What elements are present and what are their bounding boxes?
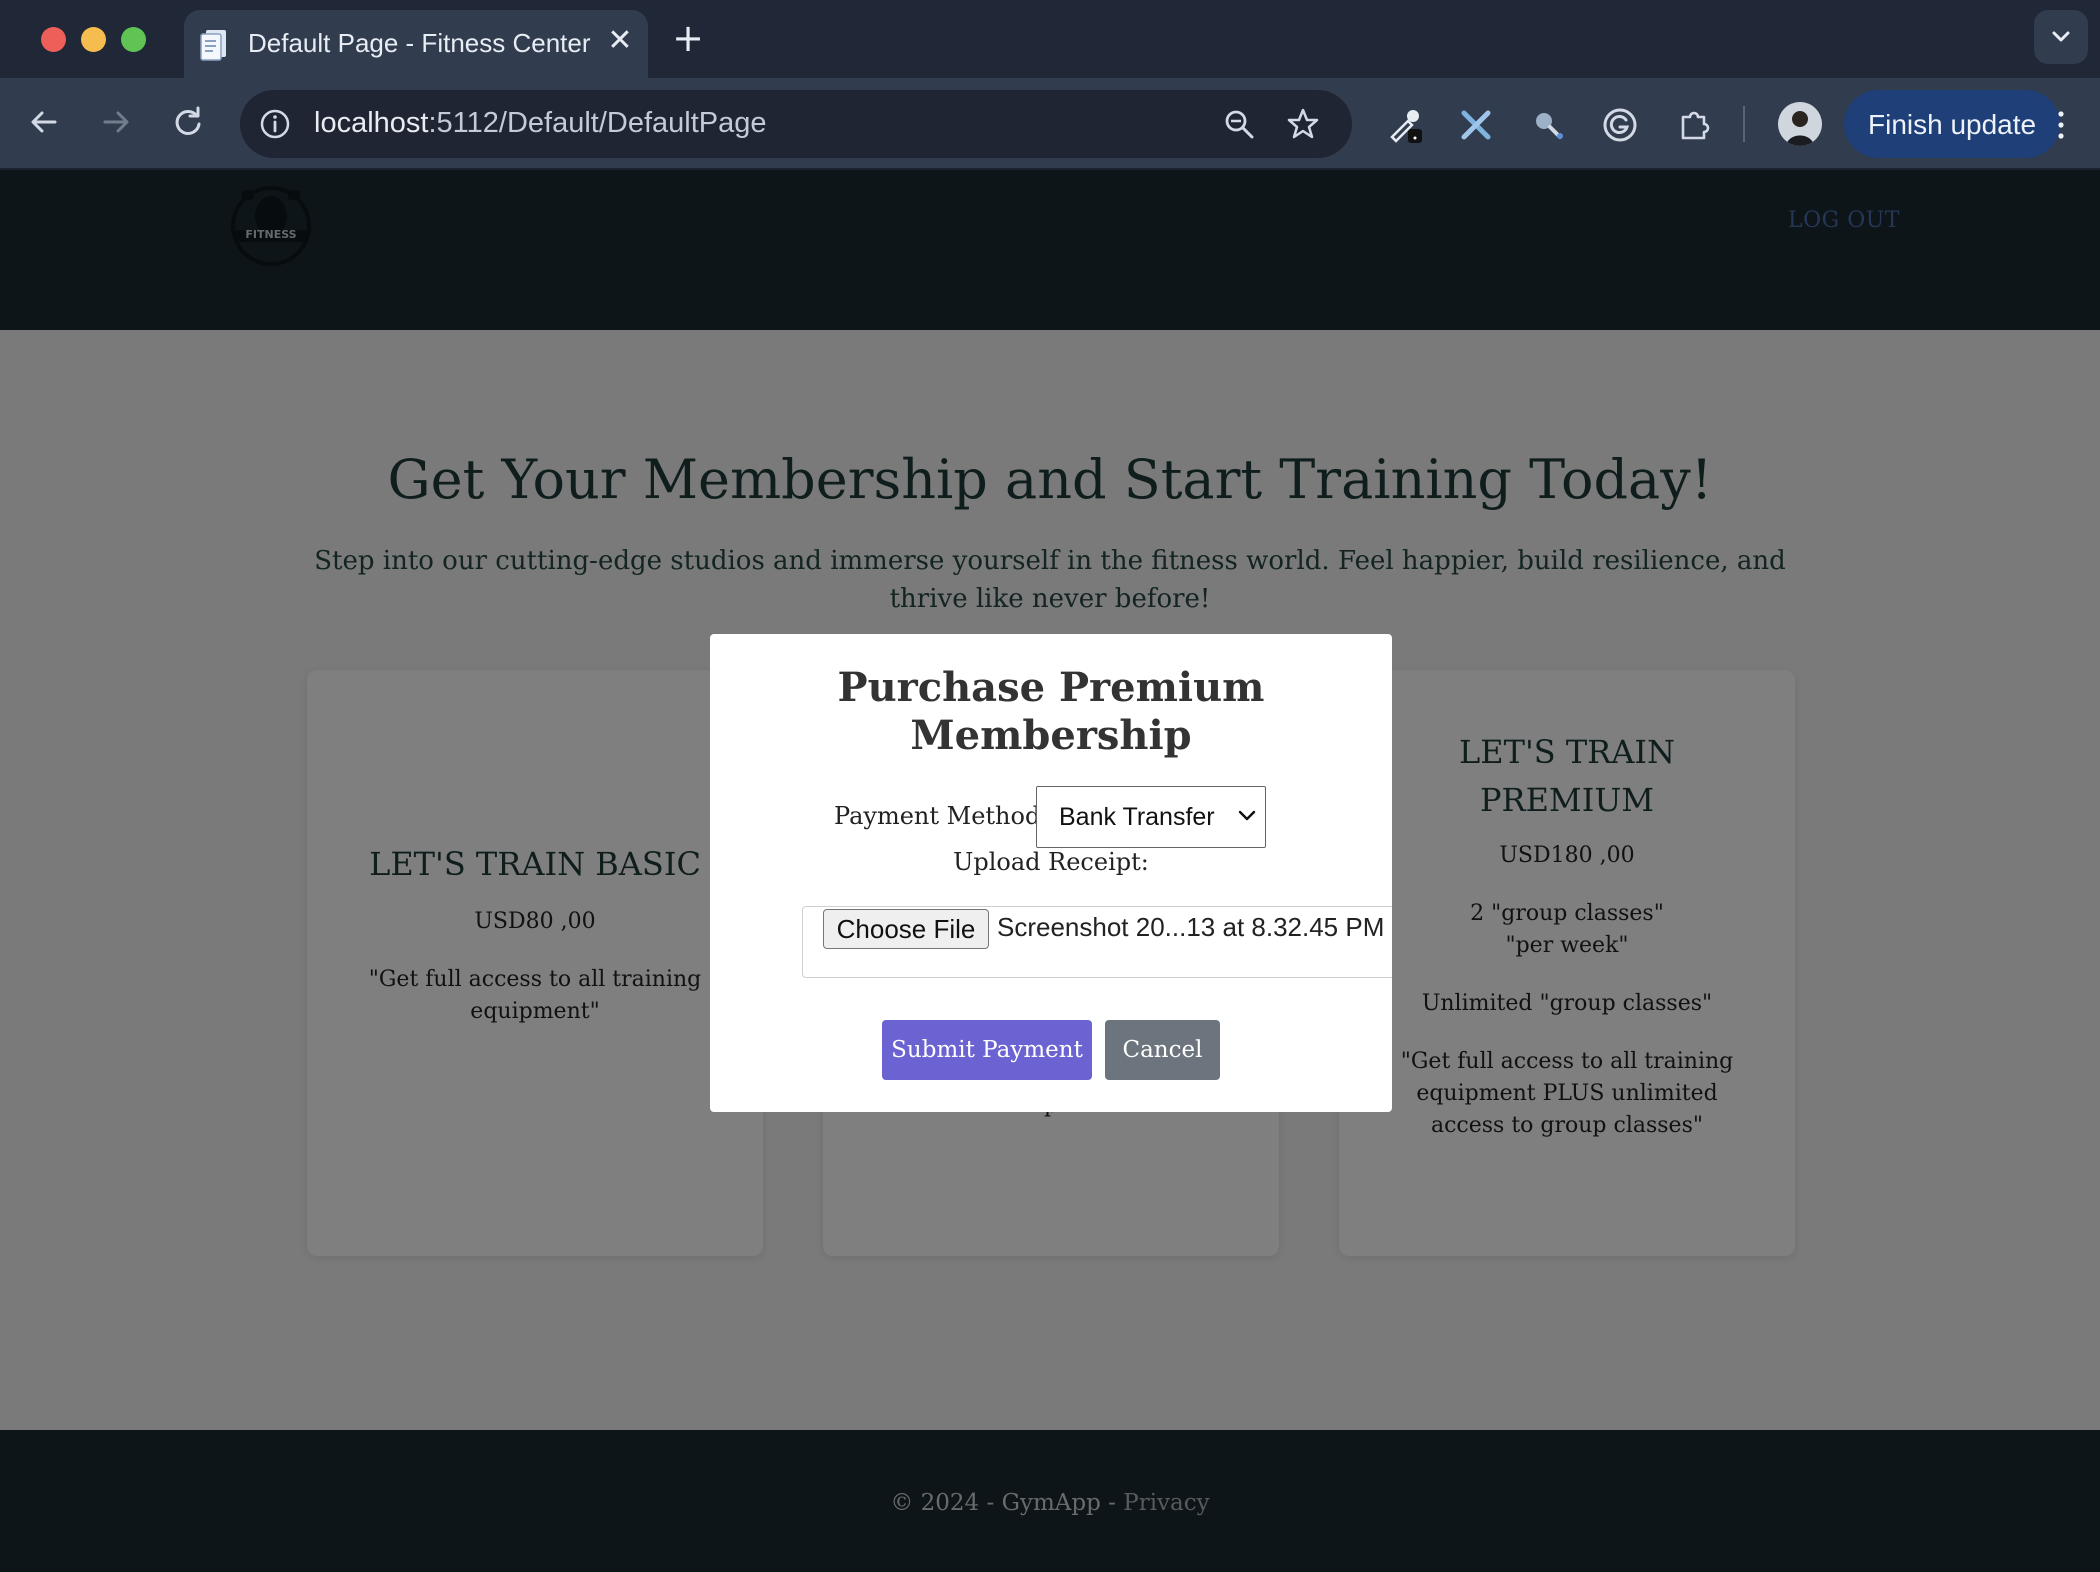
url-host: localhost bbox=[314, 107, 429, 139]
forward-icon[interactable] bbox=[94, 100, 138, 144]
choose-file-button[interactable]: Choose File bbox=[823, 909, 989, 949]
kebab-menu-icon[interactable] bbox=[2058, 110, 2064, 140]
search-extension-icon[interactable] bbox=[1528, 105, 1568, 145]
purchase-modal: Purchase Premium Membership Payment Meth… bbox=[710, 634, 1392, 1112]
close-icon[interactable]: ✕ bbox=[602, 23, 638, 59]
payment-method-label: Payment Method: bbox=[834, 802, 1049, 830]
payment-method-select[interactable]: Bank Transfer bbox=[1036, 786, 1266, 848]
web-page: FITNESS LOG OUT Get Your Membership and … bbox=[0, 170, 2100, 1572]
browser-toolbar: localhost:5112/Default/DefaultPage Finis… bbox=[0, 78, 2100, 170]
minimize-window-button[interactable] bbox=[81, 27, 106, 52]
avatar[interactable] bbox=[1778, 102, 1822, 146]
browser-tab-bar: Default Page - Fitness Center ✕ + bbox=[0, 0, 2100, 78]
reload-icon[interactable] bbox=[166, 100, 210, 144]
tab-title: Default Page - Fitness Center bbox=[248, 28, 591, 58]
close-window-button[interactable] bbox=[41, 27, 66, 52]
maximize-window-button[interactable] bbox=[121, 27, 146, 52]
eyedropper-icon[interactable] bbox=[1384, 105, 1424, 145]
profile-photo bbox=[1778, 102, 1822, 146]
back-icon[interactable] bbox=[22, 100, 66, 144]
tools-icon[interactable] bbox=[1456, 105, 1496, 145]
upload-receipt-label: Upload Receipt: bbox=[953, 848, 1149, 876]
url-path: :5112/Default/DefaultPage bbox=[428, 107, 767, 139]
finish-update-button[interactable]: Finish update bbox=[1844, 90, 2064, 158]
browser-tab[interactable]: Default Page - Fitness Center ✕ bbox=[184, 10, 648, 78]
chevron-down-icon bbox=[2052, 31, 2070, 42]
payment-method-value: Bank Transfer bbox=[1059, 803, 1215, 831]
url-text[interactable]: localhost:5112/Default/DefaultPage bbox=[314, 107, 767, 140]
chevron-down-icon bbox=[1238, 810, 1256, 821]
finish-update-label: Finish update bbox=[1868, 109, 2037, 140]
submit-payment-button[interactable]: Submit Payment bbox=[882, 1020, 1092, 1080]
extensions-icon[interactable] bbox=[1674, 105, 1714, 145]
info-icon[interactable] bbox=[256, 105, 294, 143]
cancel-button[interactable]: Cancel bbox=[1105, 1020, 1220, 1080]
page-icon bbox=[200, 30, 226, 61]
tab-search-button[interactable] bbox=[2034, 10, 2088, 64]
address-bar[interactable]: localhost:5112/Default/DefaultPage bbox=[240, 90, 1352, 158]
zoom-icon[interactable] bbox=[1222, 107, 1256, 141]
toolbar-divider bbox=[1743, 106, 1745, 142]
selected-file-name: Screenshot 20...13 at 8.32.45 PM bbox=[997, 912, 1385, 942]
new-tab-button[interactable]: + bbox=[668, 18, 708, 58]
modal-title: Purchase Premium Membership bbox=[837, 664, 1265, 759]
star-icon[interactable] bbox=[1286, 107, 1320, 141]
receipt-file-input[interactable]: Choose File Screenshot 20...13 at 8.32.4… bbox=[802, 906, 1392, 978]
grammarly-icon[interactable] bbox=[1600, 105, 1640, 145]
